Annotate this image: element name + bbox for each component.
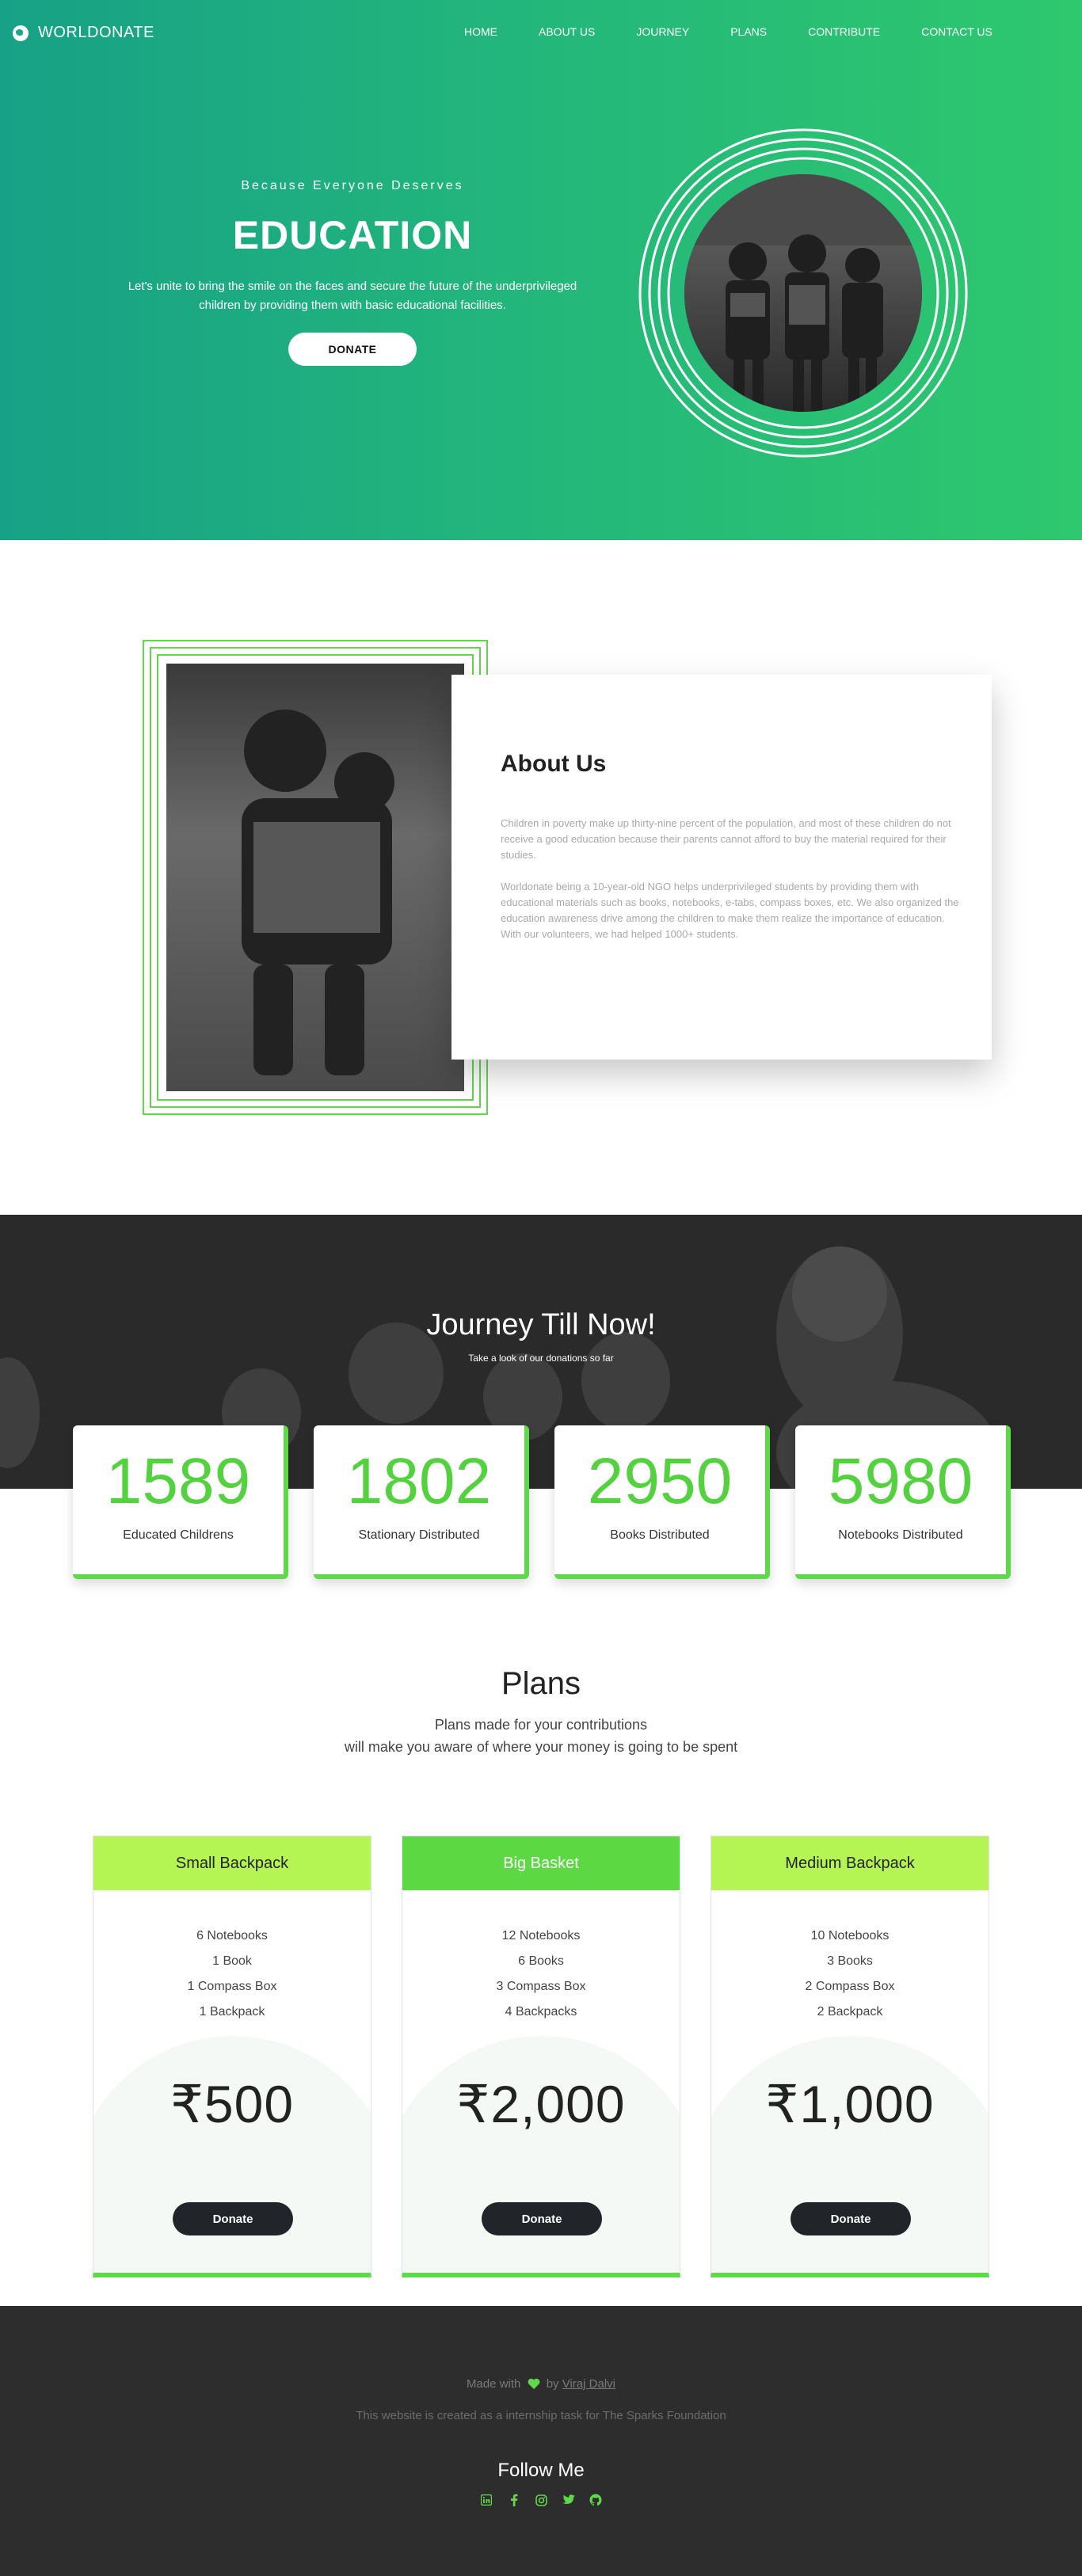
stat-value: 1589	[105, 1445, 251, 1517]
about-paragraph-1: Children in poverty make up thirty-nine …	[501, 817, 951, 861]
instagram-icon[interactable]	[534, 2493, 548, 2507]
stat-card-educated: 1589 Educated Childrens	[73, 1425, 288, 1579]
plan-card-big-basket: Big Basket 12 Notebooks 6 Books 3 Compas…	[402, 1836, 680, 2277]
hero-section: WORLDONATE HOME ABOUT US JOURNEY PLANS C…	[0, 0, 1082, 540]
globe-icon	[13, 25, 29, 41]
stat-card-books: 2950 Books Distributed	[554, 1425, 770, 1579]
plan-donate-button[interactable]: Donate	[482, 2202, 602, 2235]
plan-item: 3 Compass Box	[496, 1980, 586, 1993]
footer-task-note: This website is created as a internship …	[356, 2409, 726, 2422]
nav-link-contribute[interactable]: CONTRIBUTE	[808, 25, 880, 38]
stat-card-notebooks: 5980 Notebooks Distributed	[795, 1425, 1011, 1579]
plan-price-backdrop	[93, 2036, 371, 2273]
main-nav: HOME ABOUT US JOURNEY PLANS CONTRIBUTE C…	[464, 25, 1034, 38]
plan-item: 12 Notebooks	[501, 1929, 581, 1942]
plan-price: ₹2,000	[456, 2075, 626, 2133]
plan-price: ₹500	[170, 2075, 295, 2133]
about-title: About Us	[501, 751, 607, 777]
plan-item: 2 Backpack	[817, 2005, 883, 2019]
plans-title: Plans	[501, 1666, 581, 1701]
journey-subtitle: Take a look of our donations so far	[468, 1353, 614, 1364]
hero-subtitle: Because Everyone Deserves	[241, 179, 464, 192]
plan-item: 2 Compass Box	[805, 1980, 895, 1993]
donate-button[interactable]: DONATE	[288, 333, 417, 366]
footer-credit: Made with by Viraj Dalvi	[0, 2377, 1082, 2392]
stat-card-stationary: 1802 Stationary Distributed	[314, 1425, 529, 1579]
facebook-icon[interactable]	[507, 2493, 521, 2507]
plans-subtitle-line-2: will make you aware of where your money …	[344, 1739, 738, 1755]
follow-me-heading: Follow Me	[497, 2460, 585, 2481]
plan-card-medium-backpack: Medium Backpack 10 Notebooks 3 Books 2 C…	[711, 1836, 989, 2277]
stat-value: 5980	[828, 1445, 973, 1517]
plan-items: 12 Notebooks 6 Books 3 Compass Box 4 Bac…	[402, 1923, 680, 2025]
stat-label: Notebooks Distributed	[838, 1528, 963, 1542]
plan-item: 1 Book	[212, 1954, 252, 1968]
hero-children-photo	[684, 174, 922, 412]
nav-link-home[interactable]: HOME	[464, 25, 497, 38]
plan-items: 10 Notebooks 3 Books 2 Compass Box 2 Bac…	[711, 1923, 989, 2025]
stat-label: Books Distributed	[610, 1528, 710, 1542]
footer-by: by	[546, 2377, 559, 2391]
plan-item: 10 Notebooks	[810, 1929, 890, 1942]
plan-item: 1 Backpack	[199, 2005, 265, 2019]
about-paragraph-2: Worldonate being a 10-year-old NGO helps…	[501, 881, 959, 940]
about-children-photo	[166, 664, 464, 1091]
plan-card-small-backpack: Small Backpack 6 Notebooks 1 Book 1 Comp…	[93, 1836, 371, 2277]
stat-label: Stationary Distributed	[358, 1528, 480, 1542]
author-link[interactable]: Viraj Dalvi	[562, 2377, 615, 2391]
plan-item: 6 Notebooks	[196, 1929, 268, 1942]
nav-link-contact[interactable]: CONTACT US	[921, 25, 992, 38]
linkedin-icon[interactable]	[479, 2493, 493, 2507]
plan-item: 1 Compass Box	[187, 1980, 277, 1993]
plan-item: 4 Backpacks	[505, 2005, 577, 2019]
plan-price: ₹1,000	[765, 2075, 935, 2133]
hero-title: EDUCATION	[232, 213, 473, 257]
twitter-icon[interactable]	[562, 2493, 576, 2507]
brand-name: WORLDONATE	[38, 24, 154, 41]
github-icon[interactable]	[589, 2493, 603, 2507]
plan-header: Small Backpack	[93, 1836, 371, 1890]
plans-subtitle: Plans made for your contributions will m…	[0, 1714, 1082, 1758]
stat-value: 2950	[587, 1445, 733, 1517]
footer-made-with: Made with	[467, 2377, 521, 2391]
nav-link-journey[interactable]: JOURNEY	[636, 25, 689, 38]
plan-header: Medium Backpack	[711, 1836, 989, 1890]
plans-subtitle-line-1: Plans made for your contributions	[434, 1717, 648, 1733]
about-card: About Us Children in poverty make up thi…	[451, 675, 992, 1060]
plan-item: 3 Books	[827, 1954, 873, 1968]
stat-label: Educated Childrens	[123, 1528, 234, 1542]
heart-icon	[528, 2378, 540, 2392]
plan-price-backdrop	[711, 2036, 989, 2273]
social-links	[479, 2493, 603, 2507]
hero-text: Let's unite to bring the smile on the fa…	[128, 280, 577, 312]
plan-donate-button[interactable]: Donate	[791, 2202, 911, 2235]
nav-link-plans[interactable]: PLANS	[730, 25, 767, 38]
plan-donate-button[interactable]: Donate	[173, 2202, 293, 2235]
nav-link-about[interactable]: ABOUT US	[539, 25, 595, 38]
plan-item: 6 Books	[518, 1954, 564, 1968]
journey-title: Journey Till Now!	[426, 1308, 656, 1341]
plan-price-backdrop	[402, 2036, 680, 2273]
brand-logo[interactable]: WORLDONATE	[13, 24, 154, 42]
footer: Made with by Viraj Dalvi This website is…	[0, 2306, 1082, 2576]
plan-items: 6 Notebooks 1 Book 1 Compass Box 1 Backp…	[93, 1923, 371, 2025]
stat-value: 1802	[346, 1445, 492, 1517]
plan-header: Big Basket	[402, 1836, 680, 1890]
